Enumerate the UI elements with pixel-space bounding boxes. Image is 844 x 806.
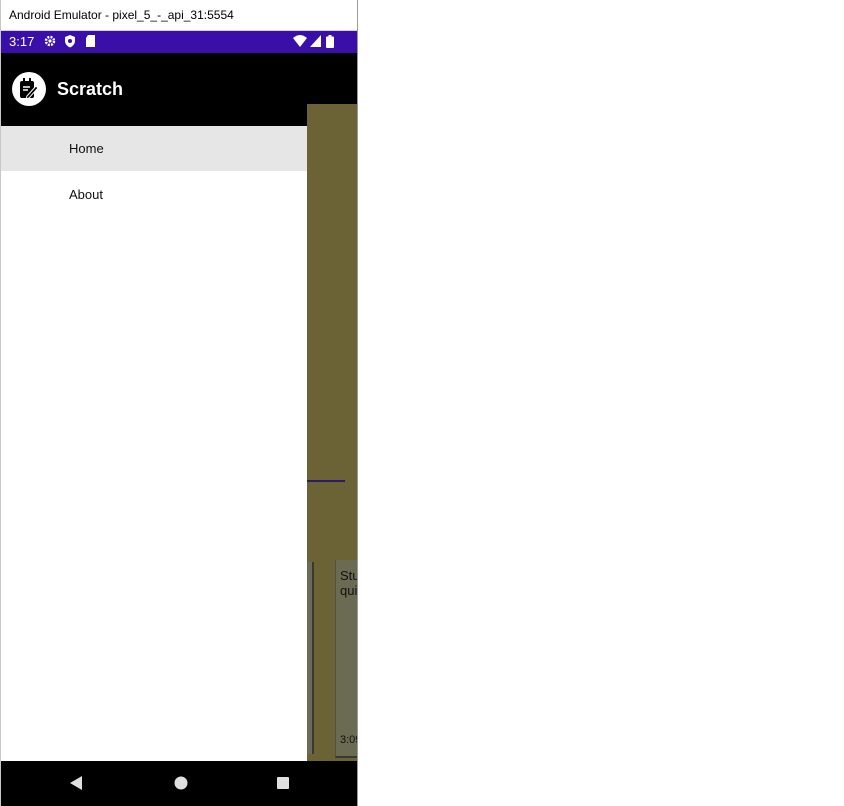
- note-card: Stu qui 3:09: [335, 560, 358, 758]
- divider: [307, 480, 345, 482]
- window-title: Android Emulator - pixel_5_-_api_31:5554: [1, 0, 357, 31]
- back-icon[interactable]: [68, 775, 84, 796]
- app-logo-icon: [12, 72, 46, 106]
- navigation-drawer: Scratch Home About: [1, 53, 307, 761]
- status-bar: 3:17: [1, 31, 357, 53]
- dimmed-page-content[interactable]: Stu qui 3:09: [307, 104, 358, 761]
- gear-icon: [44, 35, 58, 49]
- home-icon[interactable]: [173, 775, 189, 796]
- signal-icon: [310, 35, 321, 49]
- note-card-partial: [307, 562, 314, 754]
- system-nav-bar: [1, 761, 357, 806]
- drawer-header: Scratch: [1, 53, 307, 126]
- note-card-text: Stu qui: [340, 568, 358, 598]
- drawer-item-home[interactable]: Home: [1, 126, 307, 171]
- status-time: 3:17: [9, 34, 35, 49]
- shield-icon: [64, 35, 78, 49]
- battery-icon: [326, 35, 334, 49]
- sd-card-icon: [85, 35, 99, 49]
- note-card-time: 3:09: [340, 734, 357, 746]
- drawer-item-about[interactable]: About: [1, 172, 307, 217]
- wifi-icon: [293, 35, 307, 49]
- app-title: Scratch: [57, 79, 124, 99]
- emulator-window: Android Emulator - pixel_5_-_api_31:5554…: [0, 0, 358, 806]
- recents-icon[interactable]: [275, 775, 291, 796]
